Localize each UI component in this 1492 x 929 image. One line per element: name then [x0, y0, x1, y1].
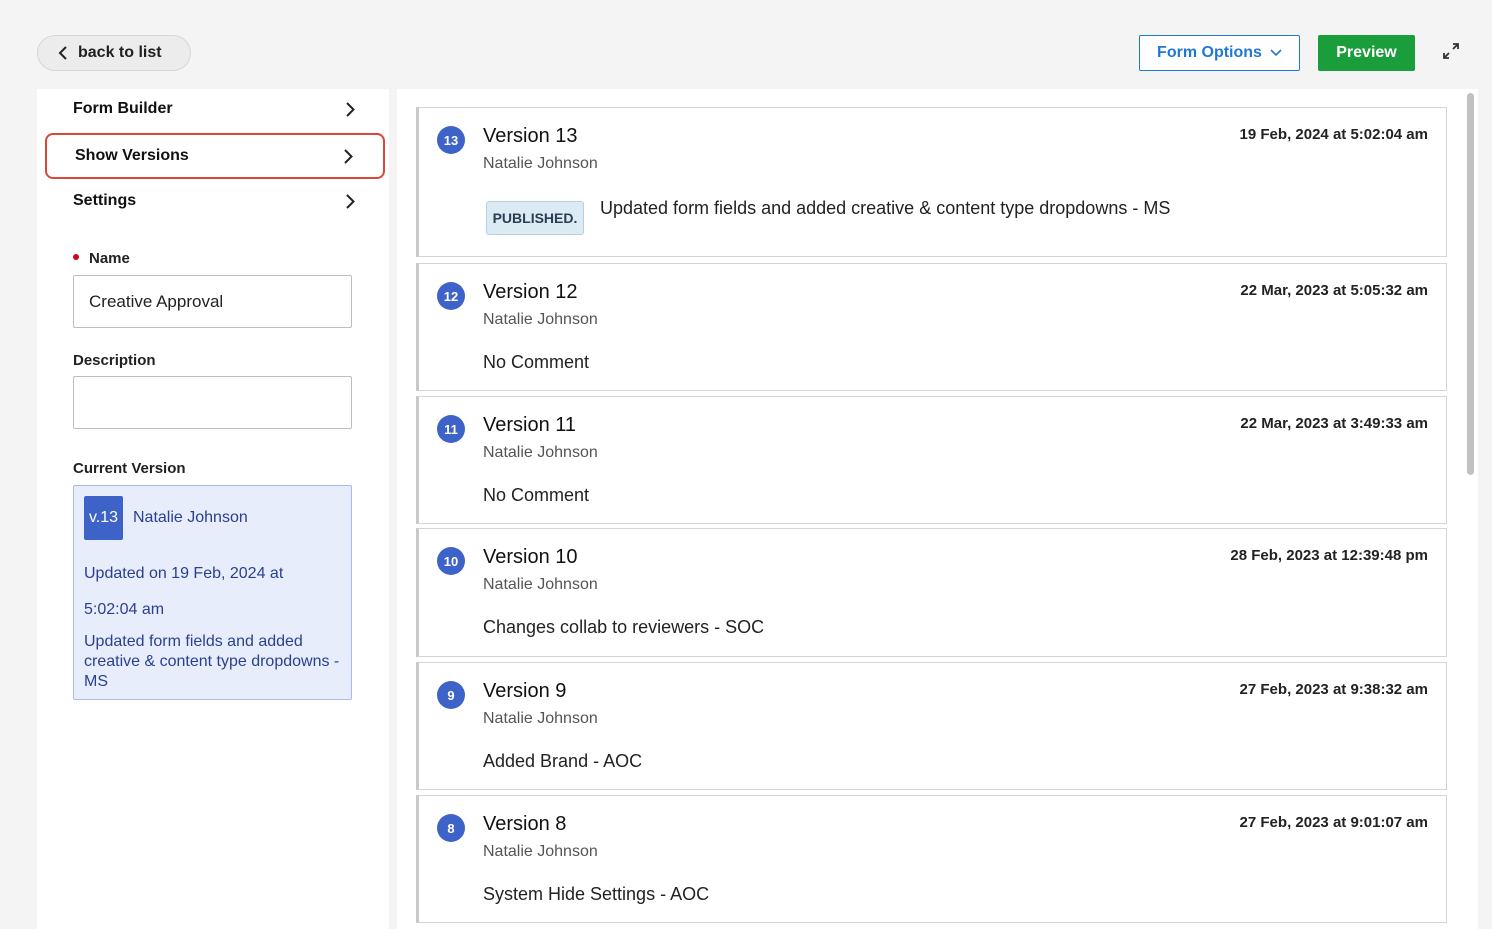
- chevron-down-icon: [1270, 49, 1282, 57]
- version-card[interactable]: 9 Version 9 Natalie Johnson 27 Feb, 2023…: [416, 662, 1447, 790]
- version-comment: Updated form fields and added creative &…: [600, 198, 1171, 218]
- version-comment: System Hide Settings - AOC: [483, 884, 710, 904]
- version-date: 28 Feb, 2023 at 12:39:48 pm: [1230, 547, 1428, 564]
- version-number-badge: 9: [437, 681, 465, 709]
- current-version-author: Natalie Johnson: [133, 509, 248, 526]
- preview-label: Preview: [1336, 44, 1397, 61]
- version-date: 19 Feb, 2024 at 5:02:04 am: [1239, 126, 1428, 143]
- version-title: Version 9: [483, 680, 567, 702]
- version-author: Natalie Johnson: [483, 311, 598, 328]
- version-number-badge: 8: [437, 814, 465, 842]
- version-card[interactable]: 8 Version 8 Natalie Johnson 27 Feb, 2023…: [416, 795, 1447, 923]
- chevron-right-icon: [344, 148, 353, 164]
- version-card[interactable]: 13 Version 13 Natalie Johnson 19 Feb, 20…: [416, 107, 1447, 257]
- preview-button[interactable]: Preview: [1318, 35, 1415, 71]
- version-author: Natalie Johnson: [483, 843, 598, 860]
- version-card[interactable]: 10 Version 10 Natalie Johnson 28 Feb, 20…: [416, 528, 1447, 657]
- chevron-right-icon: [346, 193, 355, 209]
- form-options-button[interactable]: Form Options: [1139, 35, 1300, 71]
- version-author: Natalie Johnson: [483, 444, 598, 461]
- version-title: Version 10: [483, 546, 578, 568]
- version-card[interactable]: 12 Version 12 Natalie Johnson 22 Mar, 20…: [416, 263, 1447, 391]
- version-date: 22 Mar, 2023 at 3:49:33 am: [1240, 415, 1428, 432]
- back-to-list-button[interactable]: back to list: [37, 35, 191, 71]
- description-input[interactable]: [73, 376, 352, 429]
- version-author: Natalie Johnson: [483, 155, 598, 172]
- version-badge: v.13: [84, 496, 123, 540]
- nav-show-versions[interactable]: Show Versions: [45, 133, 385, 179]
- version-title: Version 12: [483, 281, 578, 303]
- current-version-updated: Updated on 19 Feb, 2024 at 5:02:04 am: [84, 565, 284, 618]
- left-sidebar: Form Builder Show Versions Settings Name…: [37, 89, 389, 929]
- version-date: 27 Feb, 2023 at 9:38:32 am: [1239, 681, 1428, 698]
- version-author: Natalie Johnson: [483, 710, 598, 727]
- version-author: Natalie Johnson: [483, 576, 598, 593]
- back-to-list-label: back to list: [78, 44, 162, 61]
- expand-icon[interactable]: [1442, 42, 1460, 60]
- version-comment: Changes collab to reviewers - SOC: [483, 617, 765, 637]
- version-title: Version 11: [483, 414, 577, 436]
- versions-list: 13 Version 13 Natalie Johnson 19 Feb, 20…: [397, 89, 1478, 929]
- description-field-label: Description: [73, 352, 156, 369]
- version-date: 22 Mar, 2023 at 5:05:32 am: [1240, 282, 1428, 299]
- version-comment: Added Brand - AOC: [483, 751, 643, 771]
- nav-settings-label: Settings: [73, 192, 137, 209]
- chevron-right-icon: [346, 101, 355, 117]
- version-card[interactable]: 11 Version 11 Natalie Johnson 22 Mar, 20…: [416, 396, 1447, 524]
- nav-show-versions-label: Show Versions: [75, 147, 189, 164]
- version-date: 27 Feb, 2023 at 9:01:07 am: [1239, 814, 1428, 831]
- form-options-label: Form Options: [1157, 44, 1262, 61]
- name-input[interactable]: Creative Approval: [73, 275, 352, 328]
- nav-settings[interactable]: Settings: [45, 178, 385, 224]
- chevron-left-icon: [58, 46, 67, 60]
- current-version-label: Current Version: [73, 460, 186, 477]
- version-title: Version 8: [483, 813, 567, 835]
- nav-form-builder[interactable]: Form Builder: [45, 86, 385, 132]
- versions-scrollbar[interactable]: [1467, 93, 1474, 475]
- version-number-badge: 12: [437, 282, 465, 310]
- nav-form-builder-label: Form Builder: [73, 100, 173, 117]
- version-number-badge: 13: [437, 126, 465, 154]
- current-version-card: v.13 Natalie Johnson Updated on 19 Feb, …: [73, 485, 352, 700]
- current-version-comment: Updated form fields and added creative &…: [84, 633, 340, 690]
- published-badge: PUBLISHED.: [486, 201, 584, 235]
- version-number-badge: 10: [437, 547, 465, 575]
- version-title: Version 13: [483, 125, 578, 147]
- version-comment: No Comment: [483, 352, 590, 372]
- name-field-label: Name: [73, 250, 130, 267]
- required-dot-icon: [73, 254, 79, 261]
- version-number-badge: 11: [437, 415, 465, 443]
- version-comment: No Comment: [483, 485, 590, 505]
